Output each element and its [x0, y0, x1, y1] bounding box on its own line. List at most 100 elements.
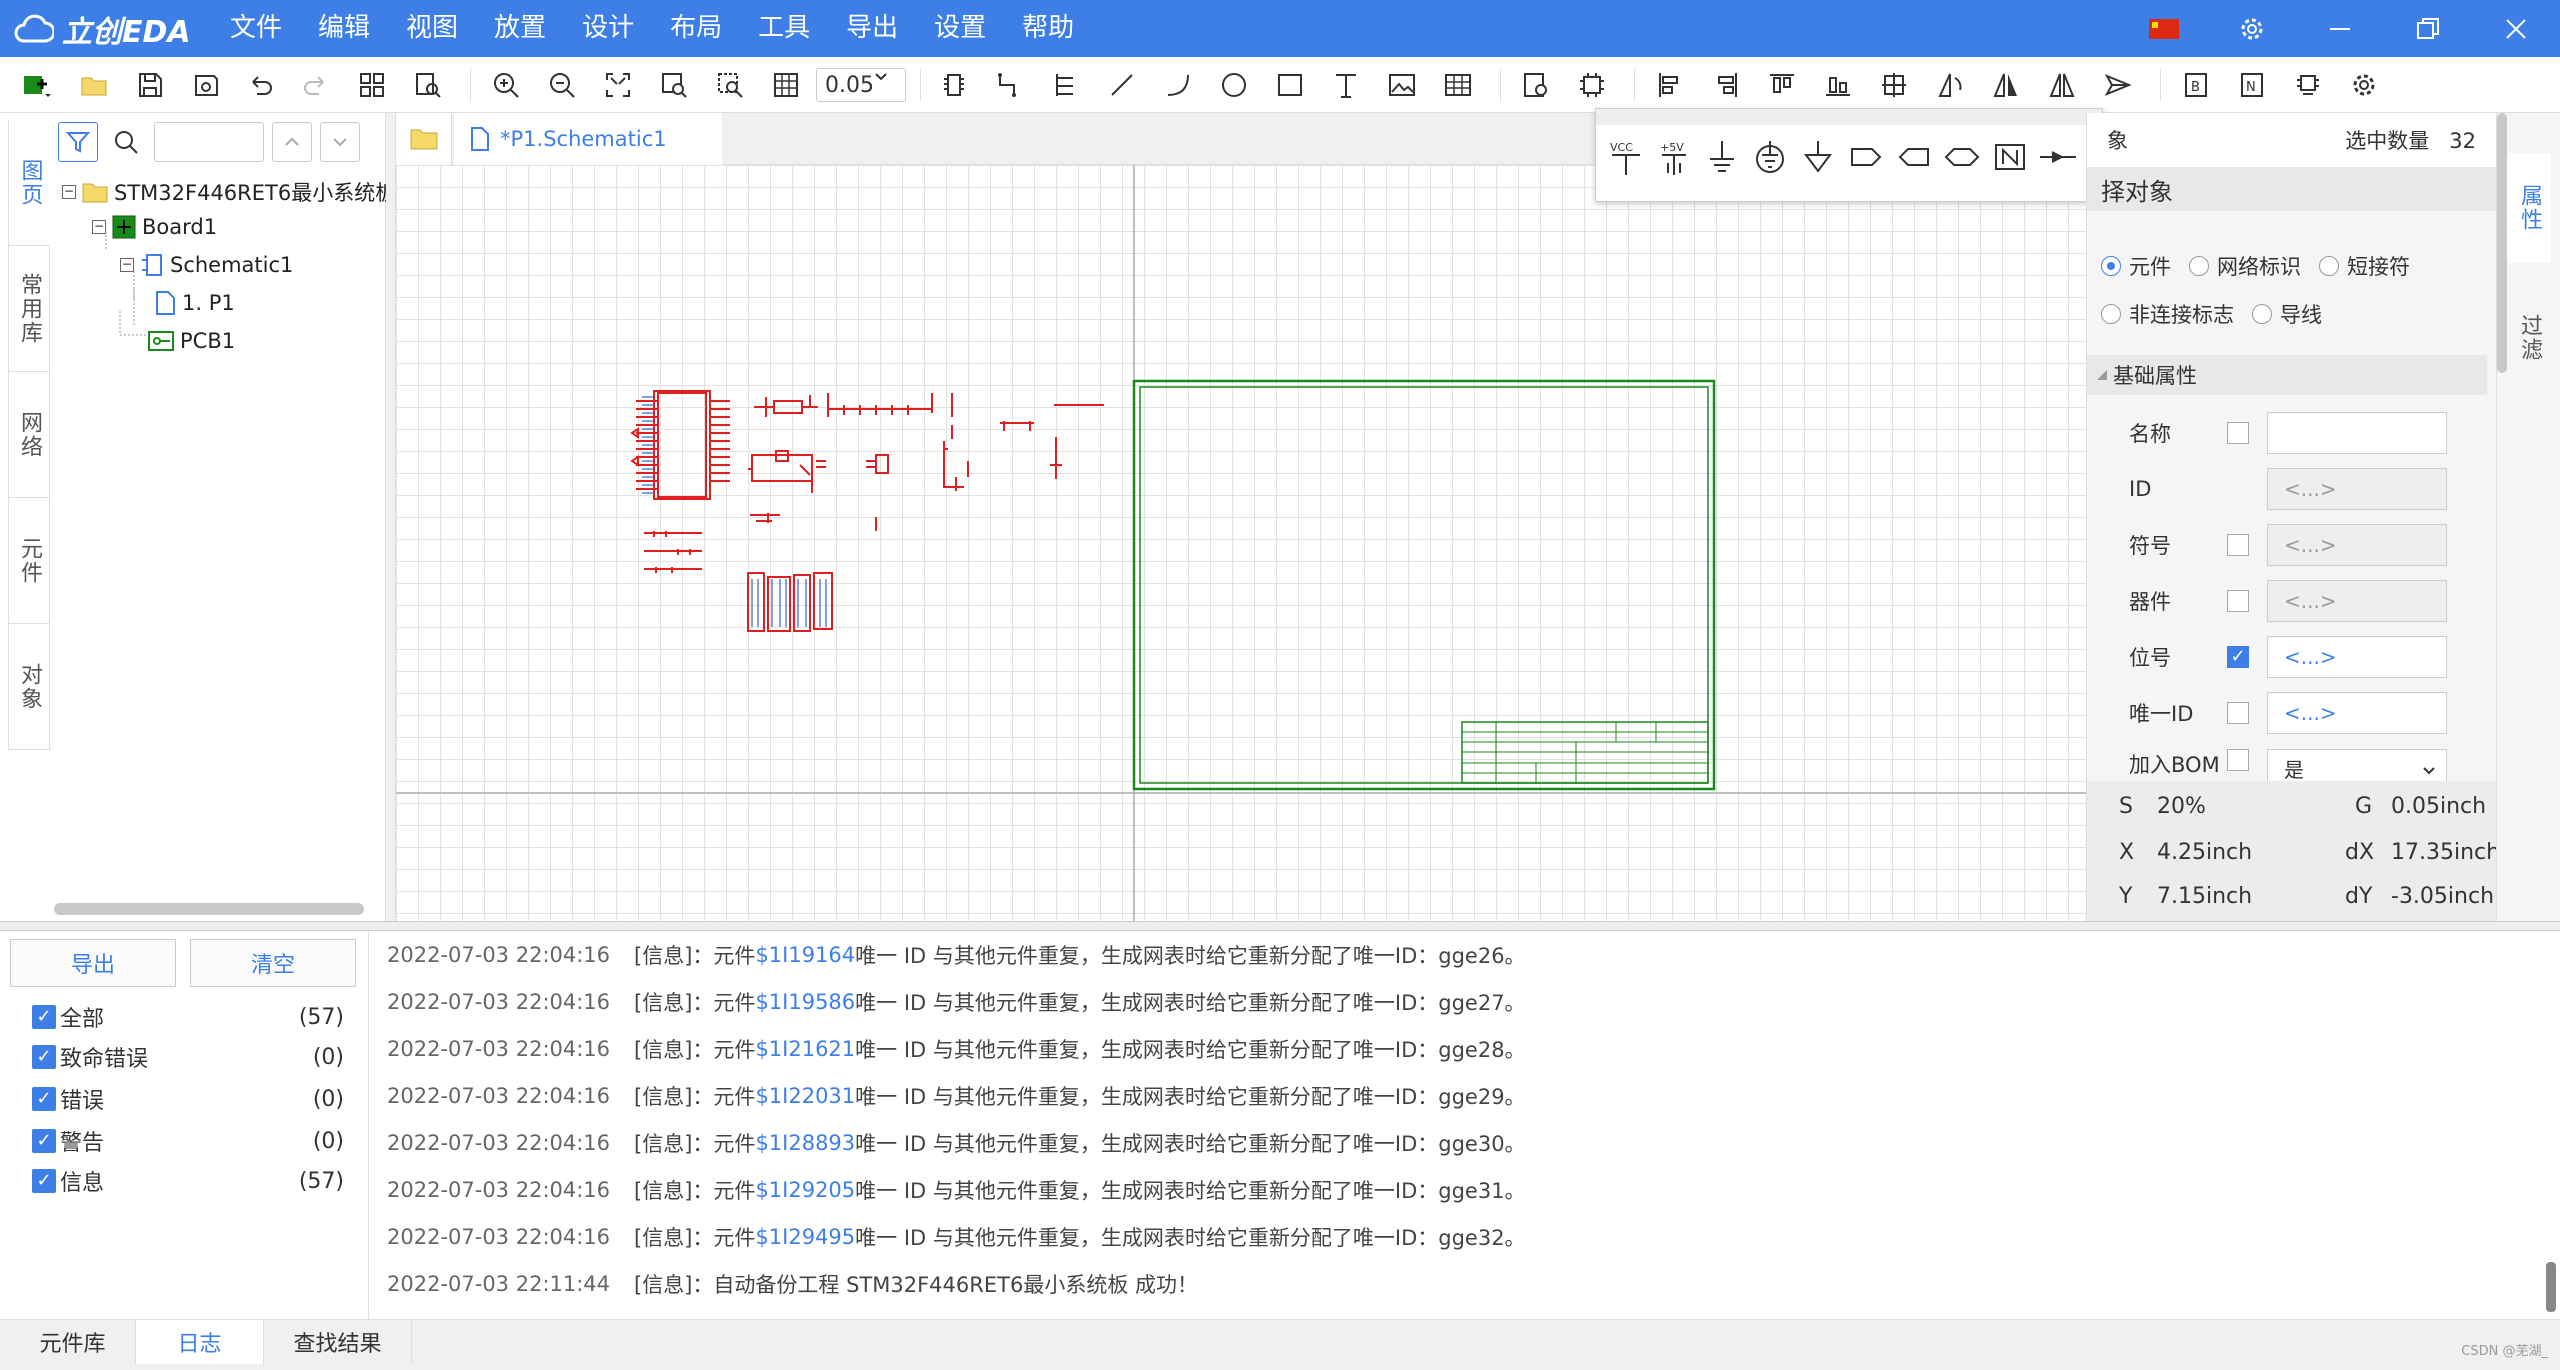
align-left-button[interactable] — [1650, 65, 1690, 105]
tab-filter[interactable]: 过滤 — [2507, 273, 2551, 403]
prop-checkbox[interactable] — [2227, 590, 2249, 612]
gnd-button[interactable] — [1702, 135, 1742, 179]
menu-export[interactable]: 导出 — [828, 0, 916, 57]
send-button[interactable] — [2098, 65, 2138, 105]
place-rectangle-button[interactable] — [1270, 65, 1310, 105]
find-component-button[interactable] — [408, 65, 448, 105]
log-component-link[interactable]: $1I19164 — [755, 943, 855, 967]
menu-design[interactable]: 设计 — [564, 0, 652, 57]
prop-add-bom-select[interactable]: 是 — [2267, 749, 2447, 781]
grid-toggle-button[interactable] — [766, 65, 806, 105]
align-grid-button[interactable] — [1874, 65, 1914, 105]
prop-checkbox[interactable] — [2227, 749, 2249, 771]
tree-up-button[interactable] — [272, 122, 312, 162]
language-flag-button[interactable] — [2120, 0, 2208, 57]
filter-checkbox-checked[interactable]: ✓ — [32, 1005, 56, 1029]
filter-checkbox-checked[interactable]: ✓ — [32, 1045, 56, 1069]
power-toolbar-drag-handle[interactable] — [1596, 109, 2102, 125]
rotate-button[interactable] — [1930, 65, 1970, 105]
tab-objects[interactable]: 对象 — [8, 624, 50, 750]
flip-vertical-button[interactable] — [2042, 65, 2082, 105]
tab-search-results[interactable]: 查找结果 — [264, 1320, 412, 1364]
prop-unique-id-input[interactable]: <...> — [2267, 692, 2447, 734]
export-bom-button[interactable]: B — [2176, 65, 2216, 105]
save-all-button[interactable] — [186, 65, 226, 105]
log-component-link[interactable]: $1I29205 — [755, 1178, 855, 1202]
left-panel-splitter[interactable] — [386, 113, 396, 921]
restore-button[interactable] — [2384, 0, 2472, 57]
no-connect-button[interactable] — [1990, 135, 2030, 179]
zoom-out-button[interactable] — [542, 65, 582, 105]
properties-scrollbar[interactable] — [2497, 113, 2507, 373]
toolbar-settings-button[interactable] — [2344, 65, 2384, 105]
place-bus-button[interactable] — [1046, 65, 1086, 105]
place-circle-button[interactable] — [1214, 65, 1254, 105]
minimize-button[interactable] — [2296, 0, 2384, 57]
zoom-in-button[interactable] — [486, 65, 526, 105]
align-right-button[interactable] — [1706, 65, 1746, 105]
place-arc-button[interactable] — [1158, 65, 1198, 105]
tab-log[interactable]: 日志 — [136, 1320, 264, 1364]
tab-properties[interactable]: 属性 — [2507, 153, 2551, 263]
radio-net-label[interactable]: 网络标识 — [2189, 251, 2301, 281]
filter-checkbox-checked[interactable]: ✓ — [32, 1169, 56, 1193]
buy-components-button[interactable] — [2288, 65, 2328, 105]
filter-all[interactable]: ✓ 全部 (57) — [10, 997, 360, 1037]
signal-ground-button[interactable] — [1798, 135, 1838, 179]
radio-wire[interactable]: 导线 — [2252, 299, 2322, 329]
menu-settings[interactable]: 设置 — [916, 0, 1004, 57]
menu-place[interactable]: 放置 — [476, 0, 564, 57]
log-component-link[interactable]: $1I21621 — [755, 1037, 855, 1061]
filter-info[interactable]: ✓ 信息 (57) — [10, 1161, 360, 1201]
radio-short[interactable]: 短接符 — [2319, 251, 2410, 281]
new-button[interactable] — [8, 65, 64, 105]
prop-checkbox-checked[interactable]: ✓ — [2227, 646, 2249, 668]
log-scrollbar[interactable] — [2546, 1262, 2556, 1312]
tab-components[interactable]: 元件 — [8, 498, 50, 624]
place-wire-button[interactable] — [990, 65, 1030, 105]
menu-edit[interactable]: 编辑 — [300, 0, 388, 57]
export-netlist-button[interactable]: N — [2232, 65, 2272, 105]
menu-tools[interactable]: 工具 — [740, 0, 828, 57]
menu-help[interactable]: 帮助 — [1004, 0, 1092, 57]
log-component-link[interactable]: $1I19586 — [755, 990, 855, 1014]
basic-properties-header[interactable]: 基础属性 — [2087, 355, 2487, 395]
vcc-button[interactable]: VCC — [1606, 135, 1646, 179]
prop-checkbox[interactable] — [2227, 702, 2249, 724]
redo-button[interactable] — [296, 65, 336, 105]
open-folder-button[interactable] — [74, 65, 114, 105]
tab-common-library[interactable]: 常用库 — [8, 246, 50, 372]
filter-warning[interactable]: ✓ 警告 (0) — [10, 1121, 360, 1161]
zoom-area-button[interactable] — [654, 65, 694, 105]
grid-view-button[interactable] — [352, 65, 392, 105]
align-top-button[interactable] — [1762, 65, 1802, 105]
log-component-link[interactable]: $1I29495 — [755, 1225, 855, 1249]
log-export-button[interactable]: 导出 — [10, 939, 176, 987]
close-window-button[interactable] — [2472, 0, 2560, 57]
settings-button[interactable] — [2208, 0, 2296, 57]
radio-no-connect[interactable]: 非连接标志 — [2101, 299, 2234, 329]
filter-checkbox-checked[interactable]: ✓ — [32, 1129, 56, 1153]
filter-fatal[interactable]: ✓ 致命错误 (0) — [10, 1037, 360, 1077]
net-port-out-button[interactable] — [1846, 135, 1886, 179]
plus-5v-button[interactable]: +5V — [1654, 135, 1694, 179]
net-port-bi-button[interactable] — [1942, 135, 1982, 179]
project-folder-tab[interactable] — [396, 113, 452, 165]
earth-ground-button[interactable] — [1750, 135, 1790, 179]
menu-view[interactable]: 视图 — [388, 0, 476, 57]
place-table-button[interactable] — [1438, 65, 1478, 105]
schematic-canvas[interactable] — [396, 165, 2086, 921]
schematic-doc-tab[interactable]: *P1.Schematic1 — [454, 113, 722, 165]
filter-error[interactable]: ✓ 错误 (0) — [10, 1079, 360, 1119]
radio-component[interactable]: 元件 — [2101, 251, 2171, 281]
zoom-selection-button[interactable] — [710, 65, 750, 105]
log-component-link[interactable]: $1I28893 — [755, 1131, 855, 1155]
tab-component-library[interactable]: 元件库 — [10, 1320, 136, 1364]
align-bottom-button[interactable] — [1818, 65, 1858, 105]
tree-horizontal-scrollbar[interactable] — [54, 903, 364, 915]
fit-all-button[interactable] — [598, 65, 638, 105]
convert-to-pcb-button[interactable] — [1572, 65, 1612, 105]
place-image-button[interactable] — [1382, 65, 1422, 105]
place-component-button[interactable] — [934, 65, 974, 105]
bottom-panel-splitter[interactable] — [0, 921, 2560, 931]
